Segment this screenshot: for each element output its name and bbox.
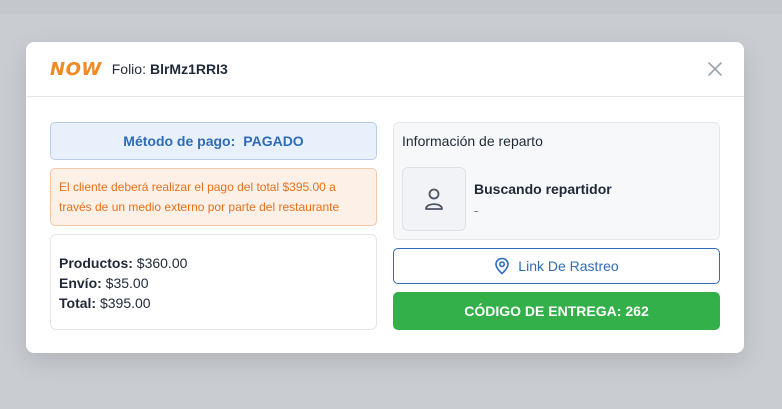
tracking-link-label: Link De Rastreo [518,258,619,274]
shipping-label: Envío: [59,275,102,291]
shipping-row: Envío: $35.00 [59,273,368,293]
user-icon [425,188,443,210]
close-icon[interactable] [706,60,724,78]
folio-value: BlrMz1RRI3 [149,61,228,77]
total-value: $395.00 [99,295,151,311]
now-logo: NOW [50,58,102,80]
total-label: Total: [59,295,97,311]
folio-label: Folio: [111,61,146,77]
payment-warning-text: El cliente deberá realizar el pago del t… [59,180,340,214]
total-row: Total: $395.00 [59,293,368,313]
payment-warning: El cliente deberá realizar el pago del t… [50,168,377,226]
order-modal: NOW Folio: BlrMz1RRI3 Método de pago: PA… [26,42,744,353]
delivery-info-panel: Información de reparto Buscando repartid… [393,122,720,240]
delivery-code-label: CÓDIGO DE ENTREGA: [464,303,622,319]
tracking-link-button[interactable]: Link De Rastreo [393,248,720,284]
courier-subtitle: - [474,203,479,218]
modal-header: NOW Folio: BlrMz1RRI3 [26,42,744,97]
courier-name: Buscando repartidor [474,181,612,197]
backdrop [0,0,782,14]
payment-method-badge: Método de pago: PAGADO [50,122,377,160]
order-totals: Productos: $360.00 Envío: $35.00 Total: … [50,234,377,330]
location-pin-icon [495,257,510,275]
products-row: Productos: $360.00 [59,253,368,273]
delivery-code-value: 262 [625,303,649,319]
delivery-code-button[interactable]: CÓDIGO DE ENTREGA: 262 [393,292,720,330]
payment-method-label: Método de pago: [123,133,236,149]
delivery-info-title: Información de reparto [402,133,543,149]
payment-method-value: PAGADO [243,133,304,149]
shipping-value: $35.00 [105,275,149,291]
courier-avatar [402,167,466,231]
products-value: $360.00 [136,255,188,271]
products-label: Productos: [59,255,133,271]
